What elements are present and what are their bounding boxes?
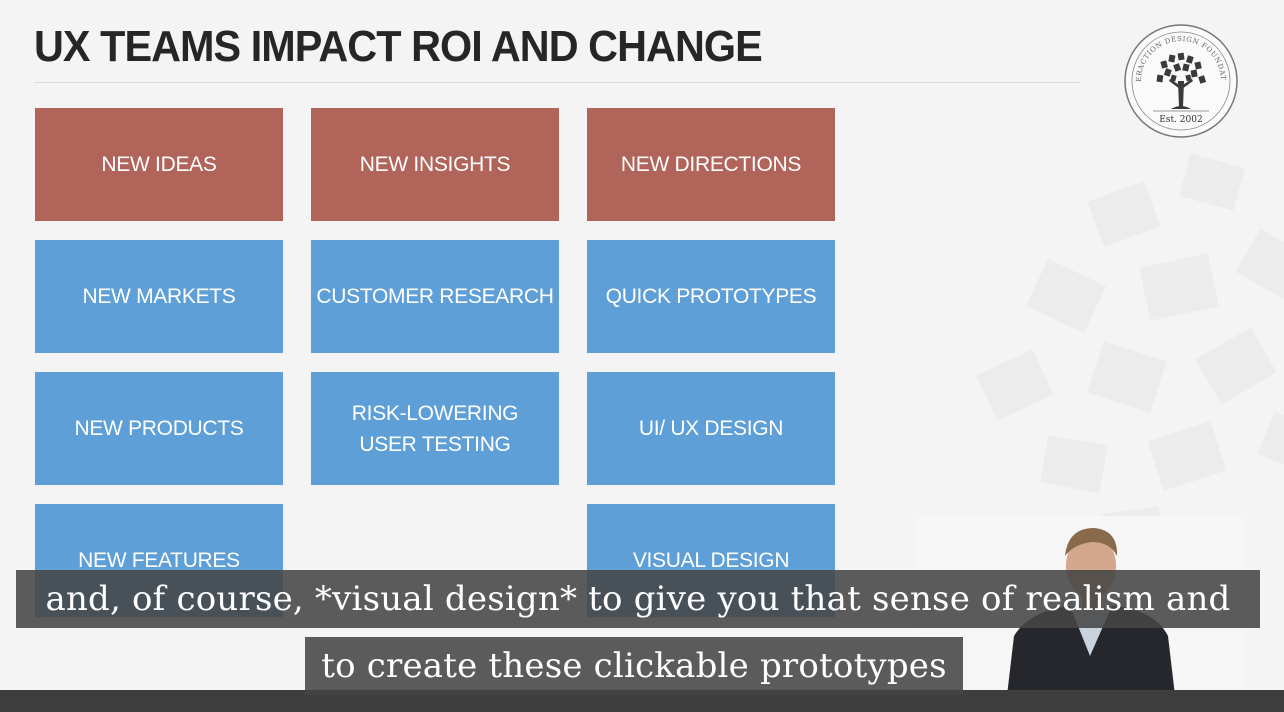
caption-line-2: to create these clickable prototypes bbox=[305, 637, 963, 695]
tile-new-ideas: NEW IDEAS bbox=[35, 108, 283, 221]
slide-title: UX TEAMS IMPACT ROI AND CHANGE bbox=[34, 22, 763, 71]
tile-quick-prototypes: QUICK PROTOTYPES bbox=[587, 240, 835, 353]
tile-risk-lowering-user-testing: RISK-LOWERING USER TESTING bbox=[311, 372, 559, 485]
tile-customer-research: CUSTOMER RESEARCH bbox=[311, 240, 559, 353]
svg-text:Est. 2002: Est. 2002 bbox=[1159, 115, 1202, 125]
tile-new-products: NEW PRODUCTS bbox=[35, 372, 283, 485]
title-divider bbox=[34, 82, 1080, 83]
tile-ui-ux-design: UI/ UX DESIGN bbox=[587, 372, 835, 485]
caption-line-1: and, of course, *visual design* to give … bbox=[16, 570, 1260, 628]
tile-new-insights: NEW INSIGHTS bbox=[311, 108, 559, 221]
interaction-design-foundation-logo: INTERACTION DESIGN FOUNDATION Est. 2002 bbox=[1123, 23, 1238, 138]
tile-new-markets: NEW MARKETS bbox=[35, 240, 283, 353]
tile-new-directions: NEW DIRECTIONS bbox=[587, 108, 835, 221]
